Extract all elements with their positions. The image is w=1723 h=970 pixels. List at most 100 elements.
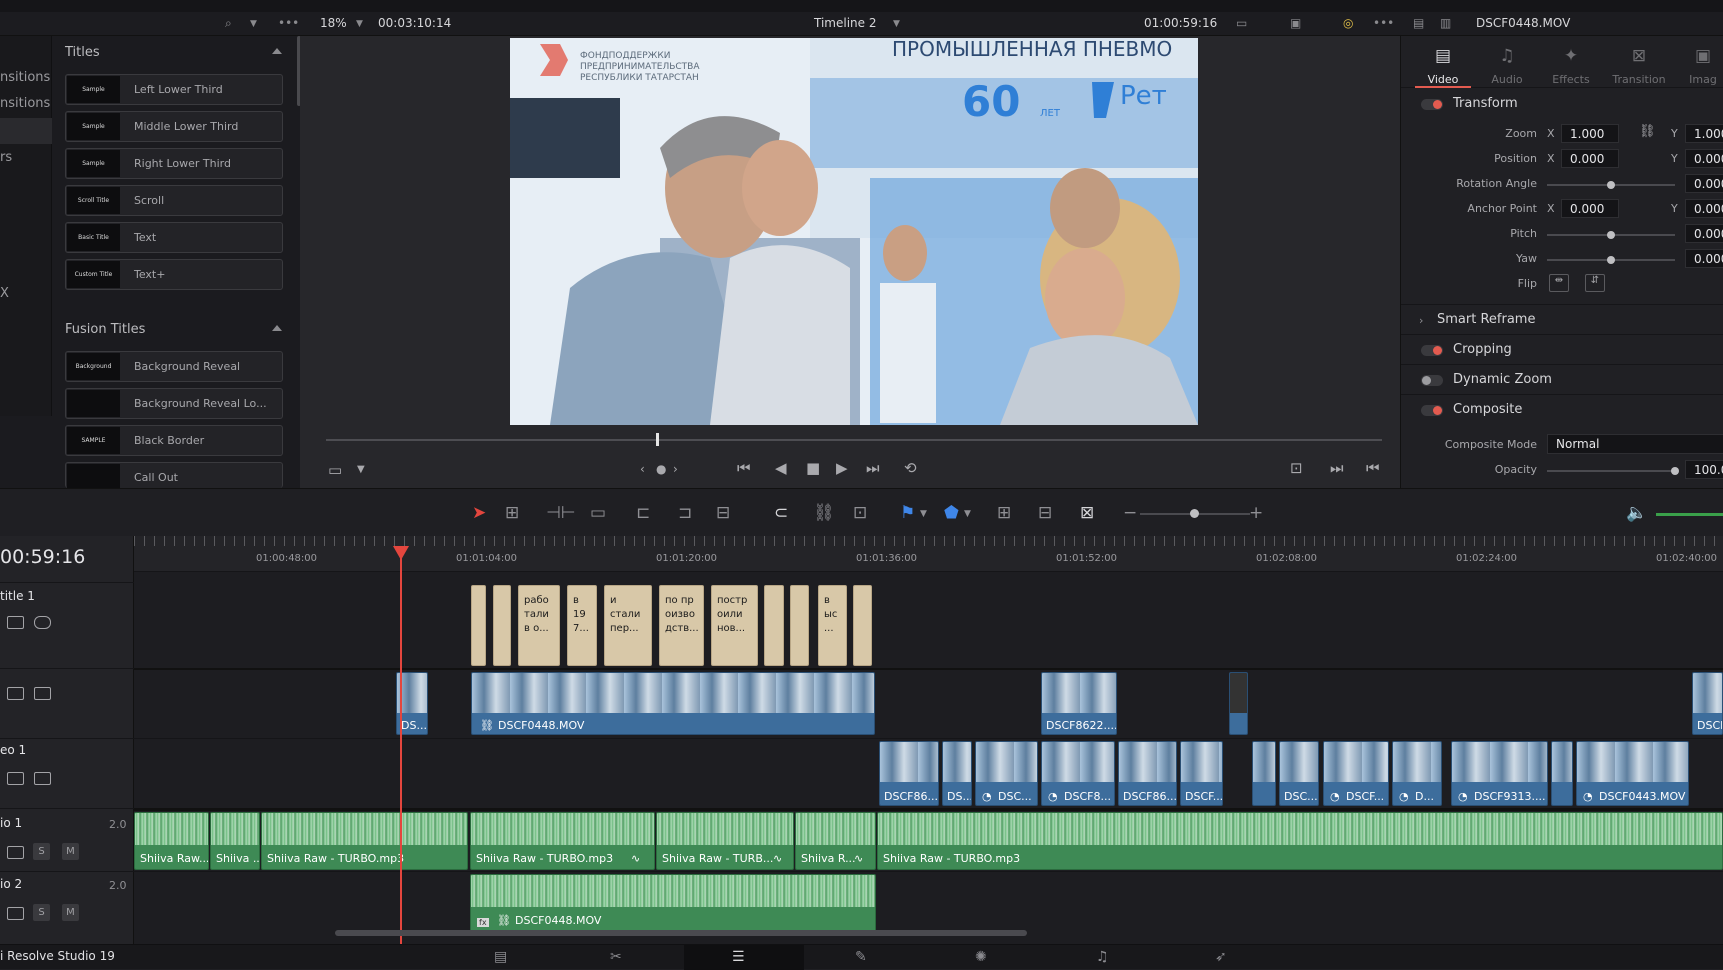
dynamic-zoom-section[interactable]: Dynamic Zoom: [1401, 364, 1723, 394]
viewer-mode-icon[interactable]: ▭: [1236, 16, 1247, 30]
collapse-titles-icon[interactable]: [272, 48, 282, 54]
video-clip[interactable]: ◔ DSCF...: [1323, 741, 1389, 806]
viewer-format-icon[interactable]: ▭: [328, 461, 342, 479]
video-clip[interactable]: ◔ DSCF9313....: [1451, 741, 1548, 806]
viewer-scrubber[interactable]: [326, 439, 1382, 441]
play-icon[interactable]: ▶: [836, 459, 848, 477]
anchor-y-field[interactable]: 0.000: [1685, 199, 1723, 218]
color-sync-icon[interactable]: ◎: [1343, 16, 1353, 30]
timeline-name[interactable]: Timeline 2: [814, 16, 876, 30]
video-clip[interactable]: DSCF: [1692, 672, 1723, 735]
loop-icon[interactable]: ⟲: [904, 459, 917, 477]
fusion-title-template[interactable]: Call Out: [65, 462, 283, 491]
subtitle-clip[interactable]: в 19 7...: [567, 585, 597, 666]
audio-clip[interactable]: Shiiva Raw - TURBO.mp3: [877, 812, 1723, 870]
track-lock-icon[interactable]: [7, 687, 24, 700]
timeline-zoom-knob[interactable]: [1190, 509, 1199, 518]
go-to-start-icon[interactable]: ⏮: [737, 459, 751, 477]
timeline-ruler[interactable]: 01:00:48:00 01:01:04:00 01:01:20:00 01:0…: [134, 536, 1723, 572]
scrubber-playhead[interactable]: [656, 433, 659, 446]
video-clip[interactable]: DSC...: [1279, 741, 1319, 806]
video-clip[interactable]: DSCF...: [1180, 741, 1223, 806]
subtitle-clip[interactable]: в ыс ...: [818, 585, 847, 666]
overwrite-clip-icon[interactable]: ⊐: [678, 503, 692, 523]
search-icon[interactable]: ⌕: [225, 16, 232, 31]
flag-dropdown-icon[interactable]: ▼: [920, 509, 927, 519]
track-lock-icon[interactable]: [7, 772, 24, 785]
title-template[interactable]: Custom Title Text+: [65, 259, 283, 290]
deliver-page-icon[interactable]: ➶: [1215, 949, 1227, 965]
category-item[interactable]: X: [0, 286, 9, 301]
fusion-title-template[interactable]: Background Reveal Background Reveal: [65, 351, 283, 397]
video-frame[interactable]: ФОНДПОДДЕРЖКИ ПРЕДПРИНИМАТЕЛЬСТВА РЕСПУБ…: [510, 38, 1198, 425]
more-options-icon[interactable]: •••: [278, 16, 299, 30]
opacity-field[interactable]: 100.00: [1685, 460, 1723, 479]
marker-dropdown-icon[interactable]: ▼: [964, 509, 971, 519]
transform-section[interactable]: Transform: [1401, 89, 1723, 119]
play-reverse-icon[interactable]: ◀: [775, 459, 787, 477]
fusion-title-template[interactable]: SAMPLE Black Border: [65, 425, 283, 456]
title-template[interactable]: Scroll Title Scroll: [65, 185, 283, 216]
video-clip[interactable]: ◔ DSCF8...: [1041, 741, 1115, 806]
timeline-dropdown-icon[interactable]: ▼: [893, 19, 900, 29]
go-to-end-icon[interactable]: ⏭: [866, 459, 880, 477]
opacity-slider[interactable]: [1547, 470, 1675, 472]
chevron-down-icon[interactable]: ▼: [250, 19, 257, 29]
fusion-titles-section-header[interactable]: Fusion Titles: [65, 322, 145, 337]
zoom-custom-icon[interactable]: ⊠: [1080, 503, 1094, 523]
position-y-field[interactable]: 0.000: [1685, 149, 1723, 168]
transform-toggle[interactable]: [1421, 99, 1443, 110]
pitch-slider-knob[interactable]: [1607, 231, 1615, 239]
cropping-section[interactable]: Cropping: [1401, 334, 1723, 364]
zoom-full-icon[interactable]: ⊞: [997, 503, 1011, 523]
track-lock-icon[interactable]: [7, 846, 24, 859]
dynamic-trim-icon[interactable]: ⊣⊢: [546, 503, 576, 523]
subtitle-clip[interactable]: [764, 585, 784, 666]
titles-section-header[interactable]: Titles: [65, 45, 100, 60]
audio-clip[interactable]: Shiiva Raw - TURBO.mp3: [261, 812, 468, 870]
subtitle-clip[interactable]: постр оили нов...: [711, 585, 758, 666]
tab-video[interactable]: Video: [1411, 73, 1475, 86]
video-clip[interactable]: ⛓ DSCF0448.MOV: [471, 672, 875, 735]
video-clip[interactable]: [1252, 741, 1276, 806]
audio-clip[interactable]: Shiiva Raw - TURB... ∿: [656, 812, 794, 870]
track-lock-icon[interactable]: [7, 907, 24, 920]
edit-page-icon[interactable]: ☰: [732, 949, 745, 965]
nav-dot-icon[interactable]: ●: [656, 462, 666, 476]
nav-prev-icon[interactable]: ‹: [640, 462, 645, 476]
video-clip[interactable]: DSCF86...: [1118, 741, 1177, 806]
video-clip[interactable]: ◔ DSCF0443.MOV: [1576, 741, 1689, 806]
video-track-icon[interactable]: [34, 687, 51, 700]
category-item[interactable]: nsitions: [0, 96, 50, 111]
opacity-slider-knob[interactable]: [1671, 467, 1679, 475]
proxy-icon[interactable]: ▣: [1290, 16, 1301, 30]
audio-clip[interactable]: Shiiva Raw...: [134, 812, 209, 870]
video-clip[interactable]: DS...: [942, 741, 972, 806]
subtitle-clip[interactable]: [853, 585, 872, 666]
selection-tool-icon[interactable]: ➤: [472, 503, 486, 523]
tab-effects[interactable]: Effects: [1539, 73, 1603, 86]
subtitle-clip[interactable]: и стали пер...: [604, 585, 652, 666]
video-clip[interactable]: [1551, 741, 1573, 806]
nav-next-icon[interactable]: ›: [673, 462, 678, 476]
composite-toggle[interactable]: [1421, 405, 1443, 416]
next-edit-icon[interactable]: ⏭: [1330, 459, 1344, 477]
title-template[interactable]: Basic Title Text: [65, 222, 283, 253]
composite-section[interactable]: Composite: [1401, 394, 1723, 424]
dynamic-zoom-toggle[interactable]: [1421, 375, 1443, 386]
linked-selection-icon[interactable]: ⛓: [813, 503, 835, 523]
pitch-field[interactable]: 0.000: [1685, 224, 1723, 243]
fusion-page-icon[interactable]: ✎: [855, 949, 867, 965]
anchor-x-field[interactable]: 0.000: [1561, 199, 1619, 218]
playhead-handle[interactable]: [393, 546, 409, 560]
tab-transition[interactable]: Transition: [1607, 73, 1671, 86]
subtitle-clip[interactable]: [790, 585, 809, 666]
mute-button[interactable]: M: [62, 843, 79, 860]
video-track-icon[interactable]: [34, 772, 51, 785]
timeline-horizontal-scrollbar[interactable]: [335, 930, 1027, 936]
split-view-icon[interactable]: ▥: [1440, 16, 1451, 30]
composite-mode-select[interactable]: Normal: [1547, 434, 1723, 454]
position-x-field[interactable]: 0.000: [1561, 149, 1619, 168]
video-clip[interactable]: ◔ D...: [1392, 741, 1442, 806]
title-template[interactable]: Sample Right Lower Third: [65, 148, 283, 179]
